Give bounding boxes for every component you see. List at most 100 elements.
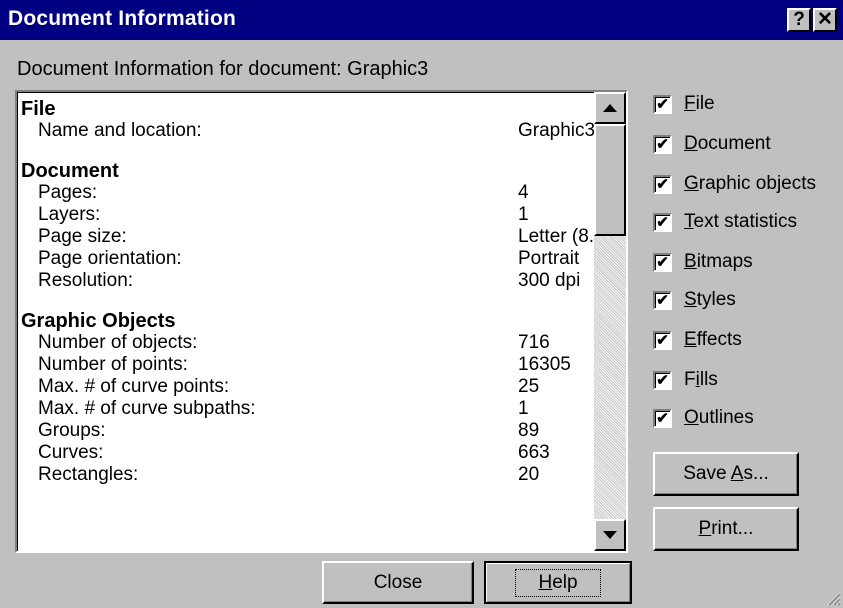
scroll-down-button[interactable] [594, 519, 626, 551]
info-label: Name and location: [38, 120, 202, 141]
info-label: Resolution: [38, 270, 134, 291]
checkbox-label: Effects [684, 329, 742, 350]
checkbox-bitmaps[interactable]: ✔ Bitmaps [653, 248, 753, 276]
checkbox-label: Fills [684, 369, 718, 390]
info-label: Pages: [38, 182, 98, 203]
checkbox-outlines[interactable]: ✔ Outlines [653, 404, 754, 432]
save-as-label: Save As... [683, 463, 769, 484]
close-label: Close [373, 571, 423, 593]
info-value: 1 [518, 398, 529, 419]
check-icon: ✔ [656, 371, 669, 389]
checkbox-box[interactable]: ✔ [653, 94, 672, 114]
triangle-up-icon [603, 104, 617, 112]
help-label: Help [515, 568, 601, 597]
check-icon: ✔ [656, 135, 669, 153]
info-row: Name and location: Graphic3 [21, 120, 599, 142]
checkbox-box[interactable]: ✔ [653, 134, 672, 154]
info-label: Curves: [38, 442, 104, 463]
checkbox-box[interactable]: ✔ [653, 212, 672, 232]
info-value: 20 [518, 464, 540, 485]
checkbox-label: Styles [684, 289, 736, 310]
checkbox-text-statistics[interactable]: ✔ Text statistics [653, 208, 797, 236]
check-icon: ✔ [656, 175, 669, 193]
info-row: Max. # of curve points: 25 [21, 376, 599, 398]
info-value: 300 dpi [518, 270, 581, 291]
info-label: Max. # of curve points: [38, 376, 230, 397]
info-value: 1 [518, 204, 529, 225]
info-row: Page orientation: Portrait [21, 248, 599, 270]
info-value: 16305 [518, 354, 571, 375]
question-mark-icon: ? [793, 9, 805, 30]
info-label: Number of objects: [38, 332, 198, 353]
info-row: Number of objects: 716 [21, 332, 599, 354]
info-value: 25 [518, 376, 540, 397]
close-title-button[interactable]: ✕ [813, 8, 837, 32]
scroll-up-button[interactable] [594, 92, 626, 124]
check-icon: ✔ [656, 253, 669, 271]
close-icon: ✕ [817, 9, 833, 30]
info-row: Page size: Letter (8.5 [21, 226, 599, 248]
info-content: File Name and location: Graphic3 Documen… [21, 98, 599, 551]
print-label: Print... [698, 518, 754, 539]
info-row: Rectangles: 20 [21, 464, 599, 486]
triangle-down-icon [603, 531, 617, 539]
info-value: 663 [518, 442, 550, 463]
save-as-button[interactable]: Save As... [653, 452, 799, 496]
checkbox-label: Document [684, 133, 771, 154]
info-label: Rectangles: [38, 464, 139, 485]
close-button[interactable]: Close [322, 561, 474, 604]
info-row: Resolution: 300 dpi [21, 270, 599, 292]
checkbox-label: File [684, 93, 715, 114]
checkbox-label: Graphic objects [684, 173, 817, 194]
checkbox-document[interactable]: ✔ Document [653, 130, 771, 158]
info-row: Groups: 89 [21, 420, 599, 442]
checkbox-fills[interactable]: ✔ Fills [653, 366, 718, 394]
info-listbox[interactable]: File Name and location: Graphic3 Documen… [15, 90, 628, 553]
help-title-button[interactable]: ? [787, 8, 811, 32]
info-label: Max. # of curve subpaths: [38, 398, 256, 419]
info-label: Page size: [38, 226, 127, 247]
checkbox-box[interactable]: ✔ [653, 408, 672, 428]
title-bar: Document Information ? ✕ [0, 0, 843, 40]
checkbox-box[interactable]: ✔ [653, 252, 672, 272]
checkbox-box[interactable]: ✔ [653, 330, 672, 350]
print-button[interactable]: Print... [653, 507, 799, 551]
check-icon: ✔ [656, 213, 669, 231]
info-label: Number of points: [38, 354, 188, 375]
section-title-file: File [21, 98, 56, 120]
check-icon: ✔ [656, 95, 669, 113]
resize-grip-icon[interactable] [825, 590, 841, 606]
info-label: Layers: [38, 204, 101, 225]
check-icon: ✔ [656, 291, 669, 309]
info-value: 4 [518, 182, 529, 203]
checkbox-label: Bitmaps [684, 251, 753, 272]
info-value: Portrait [518, 248, 580, 269]
info-row: Layers: 1 [21, 204, 599, 226]
info-row: Curves: 663 [21, 442, 599, 464]
checkbox-styles[interactable]: ✔ Styles [653, 286, 736, 314]
checkbox-box[interactable]: ✔ [653, 290, 672, 310]
document-subtitle: Document Information for document: Graph… [17, 58, 429, 80]
info-row: Number of points: 16305 [21, 354, 599, 376]
check-icon: ✔ [656, 331, 669, 349]
checkbox-effects[interactable]: ✔ Effects [653, 326, 742, 354]
vertical-scrollbar[interactable] [594, 92, 626, 551]
check-icon: ✔ [656, 409, 669, 427]
info-value: Letter (8.5 [518, 226, 599, 247]
scrollbar-thumb[interactable] [594, 124, 626, 236]
section-title-graphic-objects: Graphic Objects [21, 310, 176, 332]
checkbox-label: Outlines [684, 407, 754, 428]
info-value: 716 [518, 332, 550, 353]
info-label: Page orientation: [38, 248, 182, 269]
window-title: Document Information [8, 7, 236, 30]
checkbox-box[interactable]: ✔ [653, 370, 672, 390]
checkbox-box[interactable]: ✔ [653, 174, 672, 194]
checkbox-file[interactable]: ✔ File [653, 90, 715, 118]
help-button[interactable]: Help [484, 561, 632, 604]
info-value: Graphic3 [518, 120, 596, 141]
info-row: Pages: 4 [21, 182, 599, 204]
info-row: Max. # of curve subpaths: 1 [21, 398, 599, 420]
checkbox-graphic-objects[interactable]: ✔ Graphic objects [653, 170, 816, 198]
info-value: 89 [518, 420, 540, 441]
info-label: Groups: [38, 420, 106, 441]
